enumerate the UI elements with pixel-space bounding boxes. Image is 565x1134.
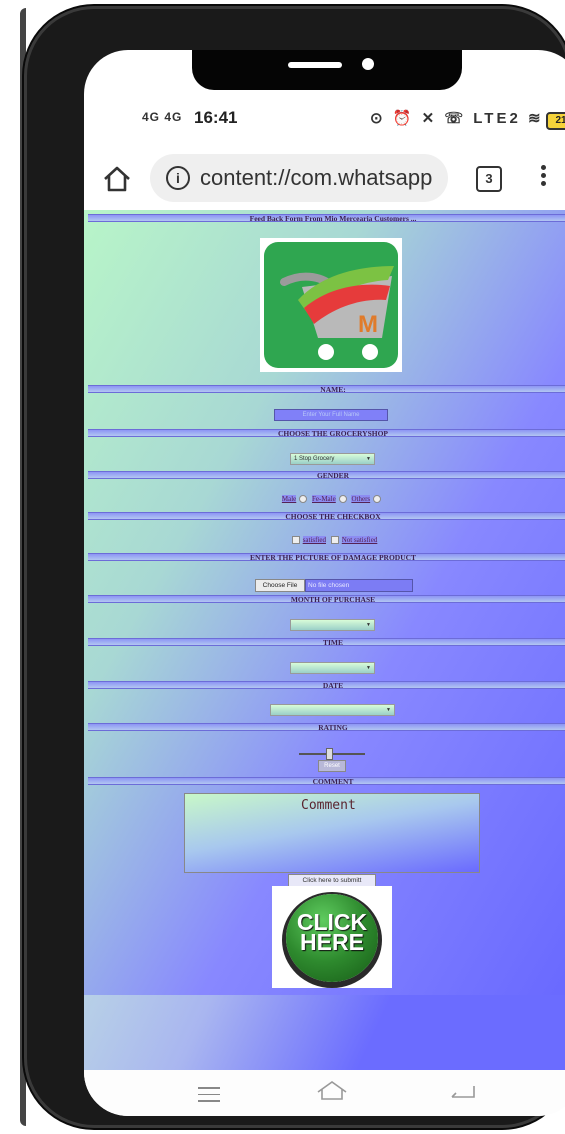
info-icon[interactable]: i [166, 166, 190, 190]
speaker-grille [288, 62, 342, 68]
status-time: 16:41 [194, 108, 238, 127]
picture-label: ENTER THE PICTURE OF DAMAGE PRODUCT [249, 553, 417, 562]
choose-file-button[interactable]: Choose File [255, 579, 305, 592]
form-title: Feed Back Form From Mio Mercearia Custom… [249, 214, 417, 223]
gender-label: GENDER [316, 471, 350, 480]
comment-placeholder: Comment [301, 798, 356, 813]
status-bar: 4G 4G 16:41 ⊙ ⏰ ✕ ☏ LTE2 ≋ 21 [84, 108, 565, 134]
back-icon[interactable] [450, 1082, 476, 1100]
month-label: MONTH OF PURCHASE [290, 595, 376, 604]
rating-slider-thumb[interactable] [325, 748, 333, 760]
click-here-button-graphic: CLICK HERE [286, 894, 378, 982]
shop-selected-value: 1 Stop Grocery [294, 456, 335, 462]
rating-label: RATING [318, 723, 348, 732]
status-icons: ⊙ ⏰ ✕ ☏ LTE2 ≋ [370, 110, 544, 127]
battery-icon: 21 [546, 112, 565, 130]
more-options-icon[interactable] [538, 162, 548, 192]
comment-textarea[interactable]: Comment [184, 793, 480, 873]
checkbox-option-satisfied: satisfied [302, 536, 326, 544]
date-select[interactable]: ▼ [270, 704, 395, 716]
name-input[interactable]: Enter Your Full Name [274, 409, 388, 421]
checkbox-not-satisfied[interactable] [330, 536, 339, 545]
comment-label: COMMENT [312, 777, 354, 786]
time-label: TIME [322, 638, 343, 647]
nav-home-icon[interactable] [312, 1078, 352, 1102]
checkbox-label: CHOOSE THE CHECKBOX [285, 512, 381, 521]
gender-radio-others[interactable] [373, 495, 382, 504]
checkbox-options: satisfied Not satisfied [84, 536, 565, 545]
click-here-image[interactable]: CLICK HERE [272, 886, 392, 988]
gender-options: Male Fe-Male Others [84, 495, 565, 504]
phone-screen: 4G 4G 16:41 ⊙ ⏰ ✕ ☏ LTE2 ≋ 21 i content:… [84, 50, 565, 1116]
phone-notch [192, 50, 462, 90]
store-logo: M [260, 238, 402, 372]
date-label: DATE [322, 681, 344, 690]
gender-option-male: Male [281, 495, 297, 503]
gender-radio-female[interactable] [338, 495, 347, 504]
url-text[interactable]: content://com.whatsapp [200, 165, 446, 191]
gender-option-others: Others [351, 495, 371, 503]
click-here-text: CLICK HERE [296, 909, 368, 955]
month-select[interactable]: ▼ [290, 619, 375, 631]
checkbox-satisfied[interactable] [291, 536, 300, 545]
home-icon[interactable] [102, 164, 132, 194]
dropdown-arrow-icon: ▼ [386, 707, 391, 713]
address-bar[interactable]: i content://com.whatsapp [150, 154, 448, 202]
name-label: NAME: [320, 385, 346, 394]
dropdown-arrow-icon: ▼ [366, 456, 371, 462]
gender-radio-male[interactable] [299, 495, 308, 504]
shop-select[interactable]: 1 Stop Grocery ▼ [290, 453, 375, 465]
phone-frame: 4G 4G 16:41 ⊙ ⏰ ✕ ☏ LTE2 ≋ 21 i content:… [24, 6, 565, 1128]
shop-label: CHOOSE THE GROCERYSHOP [277, 429, 389, 438]
front-camera [362, 58, 374, 70]
file-status: No file chosen [305, 579, 413, 592]
checkbox-option-not-satisfied: Not satisfied [341, 536, 378, 544]
android-nav-bar [84, 1070, 565, 1116]
gender-option-female: Fe-Male [312, 495, 336, 503]
dropdown-arrow-icon: ▼ [366, 622, 371, 628]
time-select[interactable]: ▼ [290, 662, 375, 674]
web-page: Feed Back Form From Mio Mercearia Custom… [84, 210, 565, 1070]
tab-switcher-button[interactable]: 3 [476, 166, 502, 192]
reset-button[interactable]: Reset [318, 760, 346, 772]
recent-apps-icon[interactable] [198, 1082, 220, 1107]
shopping-cart-icon: M [280, 266, 394, 360]
svg-text:M: M [358, 311, 378, 338]
browser-toolbar: i content://com.whatsapp 3 [84, 150, 565, 210]
signal-strength: 4G 4G [142, 110, 183, 124]
dropdown-arrow-icon: ▼ [366, 665, 371, 671]
form-area: Feed Back Form From Mio Mercearia Custom… [84, 210, 565, 995]
